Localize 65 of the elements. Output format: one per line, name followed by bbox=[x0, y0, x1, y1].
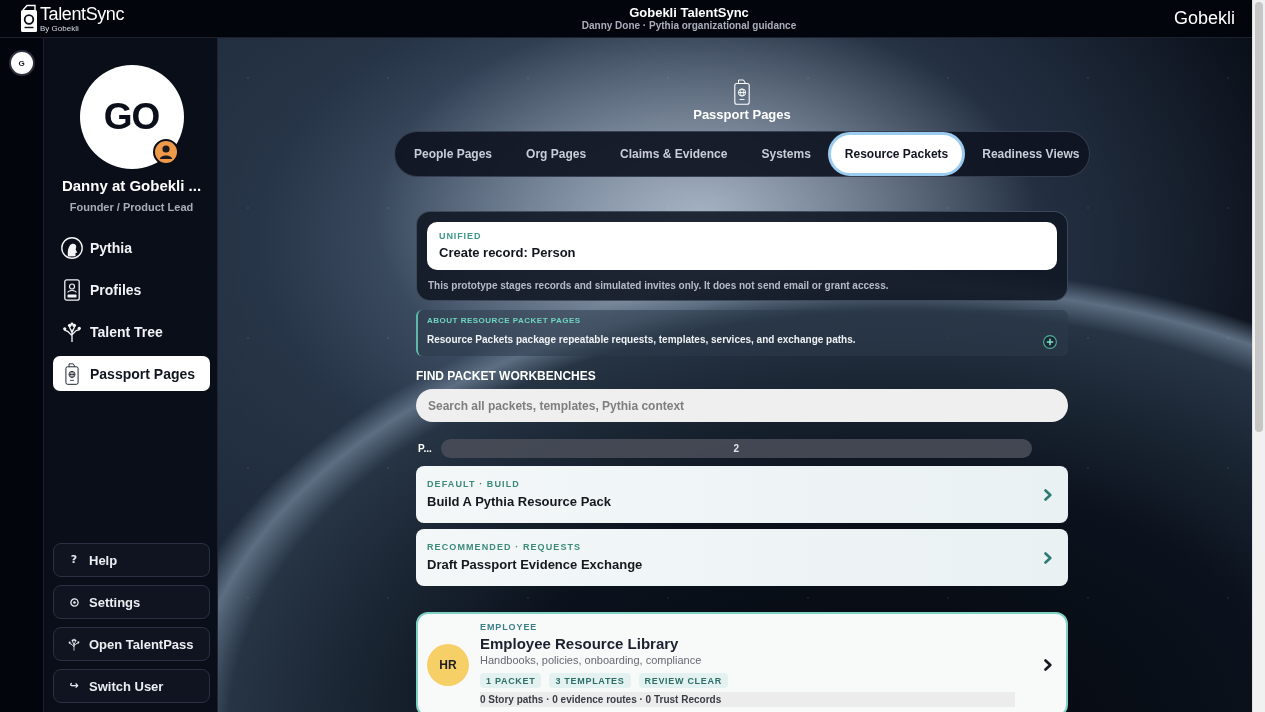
page-title: Passport Pages bbox=[693, 107, 791, 122]
scrollbar-thumb[interactable] bbox=[1255, 2, 1263, 432]
record-tag: UNIFIED bbox=[439, 231, 1045, 242]
tree-icon bbox=[62, 321, 82, 342]
logo-name: TalentSync bbox=[40, 4, 125, 24]
tag-chip: 1 PACKET bbox=[480, 673, 542, 688]
document-logo-icon bbox=[20, 4, 38, 33]
plus-icon[interactable] bbox=[1043, 335, 1057, 349]
sidebar-button[interactable]: Settings bbox=[53, 585, 210, 619]
sidebar-button[interactable]: Open TalentPass bbox=[53, 627, 210, 661]
user-name: Danny at Gobekli ... bbox=[61, 176, 202, 196]
nav-item[interactable]: Talent Tree bbox=[53, 314, 210, 349]
count-bar: 2 bbox=[440, 439, 1032, 458]
profile-silhouette-icon bbox=[61, 236, 83, 259]
app-title: Gobekli TalentSync bbox=[629, 5, 749, 20]
workbench-title: Build A Pythia Resource Pack bbox=[427, 494, 611, 510]
tab[interactable]: People Pages bbox=[397, 132, 510, 176]
workbench-tag: RECOMMENDED · REQUESTS bbox=[427, 542, 643, 553]
avatar-initials: GO bbox=[103, 97, 160, 137]
passport-icon bbox=[65, 362, 79, 385]
sidebar-button[interactable]: ↪ Switch User bbox=[53, 669, 210, 703]
nav-item[interactable]: Pythia bbox=[53, 230, 210, 265]
record-header[interactable]: UNIFIED Create record: Person bbox=[427, 222, 1057, 270]
question-mark-icon: ? bbox=[70, 554, 78, 566]
sidebar-button[interactable]: ? Help bbox=[53, 543, 210, 577]
workbench-tag: DEFAULT · BUILD bbox=[427, 479, 611, 490]
tag-chip: REVIEW CLEAR bbox=[638, 673, 728, 688]
nav-item[interactable]: Passport Pages bbox=[53, 356, 210, 391]
search-field[interactable]: Search all packets, templates, Pythia context bbox=[416, 389, 1068, 422]
library-card[interactable]: HR EMPLOYEE Employee Resource Library Handbooks, policies, onboarding, compliance 1 PACKET 3 TEMPLATES REVIEW CLEAR 0 Story paths · 0 evidence routes · 0 Trust Records bbox=[416, 612, 1068, 712]
about-title: ABOUT RESOURCE PACKET PAGES bbox=[427, 316, 582, 326]
hook-arrow-icon: ↪ bbox=[69, 680, 79, 692]
nav-item[interactable]: Profiles bbox=[53, 272, 210, 307]
tree-icon bbox=[68, 637, 80, 651]
stats-bar: 0 Story paths · 0 evidence routes · 0 Trust Records bbox=[480, 692, 1015, 707]
library-title: Employee Resource Library bbox=[480, 634, 679, 653]
section-heading: FIND PACKET WORKBENCHES bbox=[416, 369, 597, 383]
logo-byline: By Gobekli bbox=[40, 23, 79, 33]
id-badge-icon bbox=[64, 278, 80, 301]
chevron-right-icon bbox=[1044, 551, 1052, 564]
settings-icon bbox=[69, 597, 79, 607]
app-subtitle: Danny Done · Pythia organizational guidance bbox=[581, 20, 797, 32]
record-title: Create record: Person bbox=[439, 245, 577, 261]
library-description: Handbooks, policies, onboarding, compliance bbox=[480, 653, 702, 667]
tab[interactable]: Systems bbox=[744, 132, 828, 176]
passport-icon bbox=[734, 79, 750, 105]
avatar-button[interactable]: G bbox=[10, 52, 33, 74]
tab[interactable]: Resource Packets bbox=[827, 132, 966, 176]
record-note: This prototype stages records and simulated invites only. It does not send email or grant access. bbox=[428, 279, 890, 292]
user-icon bbox=[152, 139, 179, 165]
tag-chip: 3 TEMPLATES bbox=[549, 673, 631, 688]
filter-label: P... bbox=[418, 443, 432, 454]
workbench-title: Draft Passport Evidence Exchange bbox=[427, 557, 643, 573]
tab[interactable]: Claims & Evidence bbox=[603, 132, 745, 176]
initials-avatar: HR bbox=[427, 643, 469, 686]
workbench-card[interactable]: DEFAULT · BUILD Build A Pythia Resource Pack bbox=[416, 466, 1068, 523]
org-name: Gobekli bbox=[1173, 8, 1235, 29]
chevron-right-icon bbox=[1044, 658, 1052, 671]
about-text: Resource Packets package repeatable requests, templates, services, and exchange paths. bbox=[427, 333, 856, 347]
library-category: EMPLOYEE bbox=[480, 622, 538, 633]
user-role: Founder / Product Lead bbox=[69, 200, 194, 214]
tab[interactable]: Org Pages bbox=[509, 132, 604, 176]
workbench-card[interactable]: RECOMMENDED · REQUESTS Draft Passport Evidence Exchange bbox=[416, 529, 1068, 586]
tab[interactable]: Readiness Views bbox=[965, 132, 1097, 176]
chevron-right-icon bbox=[1044, 488, 1052, 501]
